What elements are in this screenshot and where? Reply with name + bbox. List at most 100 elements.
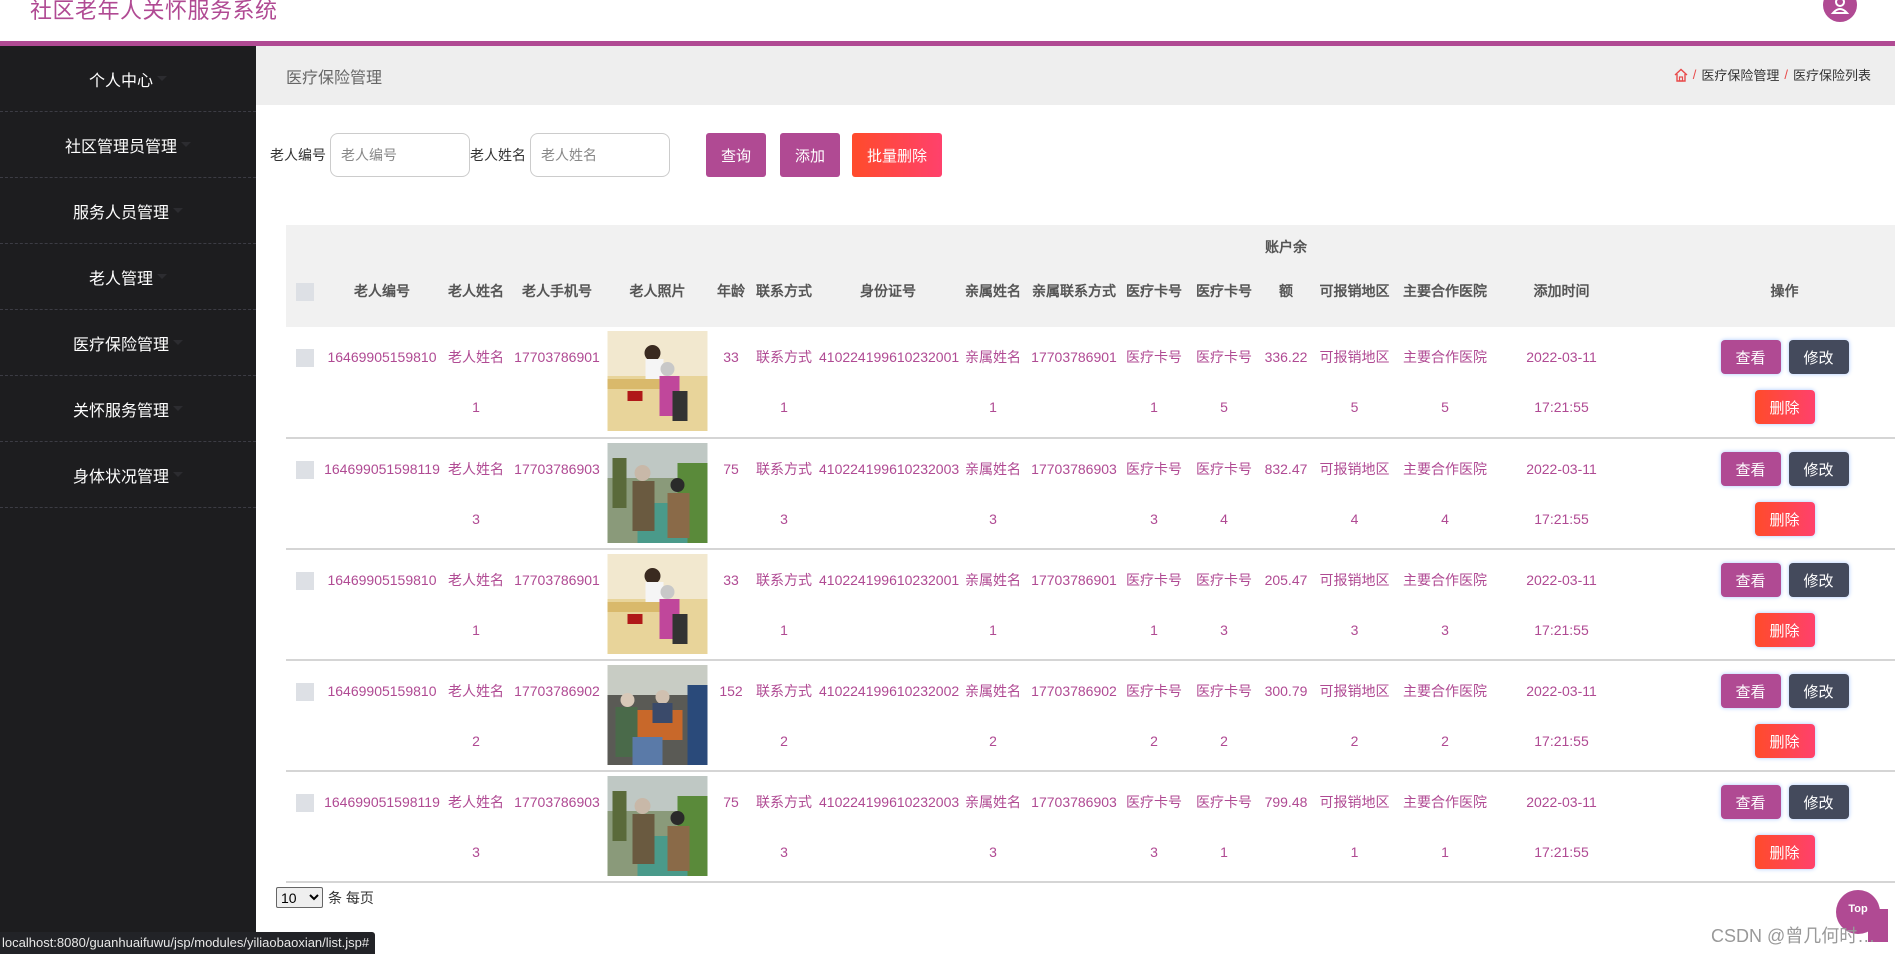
column-header[interactable]: 添加时间 — [1494, 225, 1629, 327]
name-b-text: 2 — [472, 733, 480, 749]
edit-button[interactable]: 修改 — [1788, 452, 1849, 486]
delete-button[interactable]: 删除 — [1754, 613, 1815, 647]
delete-button[interactable]: 删除 — [1754, 724, 1815, 758]
elder-name-cell: 老人姓名 3 — [440, 438, 512, 550]
name-a-text: 老人姓名 — [448, 349, 504, 365]
actions-cell: 查看 修改 删除 — [1629, 549, 1895, 661]
home-icon[interactable] — [1674, 68, 1688, 82]
row-checkbox[interactable] — [296, 794, 314, 813]
rel-b-text: 1 — [989, 399, 997, 415]
actions-cell: 查看 修改 删除 — [1629, 438, 1895, 550]
sidebar-item-care-service[interactable]: 关怀服务管理 — [0, 376, 256, 442]
column-header[interactable]: 身份证号 — [819, 225, 957, 327]
reimburse-area-cell: 可报销地区 3 — [1313, 549, 1396, 661]
contact-b-text: 2 — [780, 733, 788, 749]
area-a-text: 可报销地区 — [1319, 683, 1390, 699]
view-button[interactable]: 查看 — [1720, 452, 1781, 486]
column-header[interactable]: 医疗卡号 — [1189, 225, 1259, 327]
user-avatar[interactable] — [1823, 0, 1857, 22]
column-header[interactable]: 主要合作医院 — [1396, 225, 1494, 327]
column-header[interactable]: 老人照片 — [602, 225, 713, 327]
elder-photo[interactable] — [607, 554, 708, 654]
add-button[interactable]: 添加 — [780, 133, 840, 177]
sidebar-item-medical-insurance[interactable]: 医疗保险管理 — [0, 310, 256, 376]
edit-button[interactable]: 修改 — [1788, 674, 1849, 708]
relative-name-cell: 亲属姓名 2 — [957, 660, 1029, 772]
rel-a-text: 亲属姓名 — [965, 461, 1021, 477]
sidebar-item-community-admin[interactable]: 社区管理员管理 — [0, 112, 256, 178]
card2-a-text: 医疗卡号 — [1196, 572, 1252, 588]
column-header[interactable]: 亲属姓名 — [957, 225, 1029, 327]
column-header[interactable]: 亲属联系方式 — [1029, 225, 1119, 327]
page-size-select[interactable]: 10 — [276, 887, 323, 908]
row-checkbox[interactable] — [296, 461, 314, 480]
column-header[interactable]: 联系方式 — [749, 225, 819, 327]
area-b-text: 2 — [1350, 733, 1359, 749]
elder-id-cell: 16469905159810 — [324, 660, 440, 772]
rel-a-text: 亲属姓名 — [965, 349, 1021, 365]
row-checkbox[interactable] — [296, 572, 314, 591]
name-b-text: 1 — [472, 622, 480, 638]
elder-name-input[interactable] — [530, 133, 670, 177]
card2-b-text: 1 — [1220, 844, 1228, 860]
caret-down-icon — [173, 208, 183, 213]
page-title: 医疗保险管理 — [286, 70, 383, 87]
contact-b-text: 3 — [780, 844, 788, 860]
elder-id-input[interactable] — [330, 133, 470, 177]
elder-photo[interactable] — [607, 331, 708, 431]
age-cell: 75 — [713, 771, 749, 883]
elder-id-cell: 164699051598119 — [324, 771, 440, 883]
age-cell: 33 — [713, 327, 749, 439]
medical-card-cell-2: 医疗卡号 3 — [1189, 549, 1259, 661]
sidebar-item-personal-center[interactable]: 个人中心 — [0, 46, 256, 112]
caret-down-icon — [157, 274, 167, 279]
view-button[interactable]: 查看 — [1720, 674, 1781, 708]
row-checkbox[interactable] — [296, 683, 314, 702]
actions-cell: 查看 修改 删除 — [1629, 771, 1895, 883]
sidebar-item-elderly[interactable]: 老人管理 — [0, 244, 256, 310]
hosp-b-text: 1 — [1441, 844, 1449, 860]
column-header-balance[interactable]: 账户余额 — [1259, 225, 1313, 327]
edit-button[interactable]: 修改 — [1788, 785, 1849, 819]
delete-button[interactable]: 删除 — [1754, 835, 1815, 869]
rel-b-text: 1 — [989, 622, 997, 638]
app-title: 社区老年人关怀服务系统 — [30, 0, 278, 23]
medical-card-cell-2: 医疗卡号 2 — [1189, 660, 1259, 772]
view-button[interactable]: 查看 — [1720, 785, 1781, 819]
sidebar: 个人中心 社区管理员管理 服务人员管理 老人管理 医疗保险管理 关怀服务管理 身… — [0, 46, 256, 954]
added-time-cell: 2022-03-11 17:21:55 — [1494, 771, 1629, 883]
query-button[interactable]: 查询 — [706, 133, 766, 177]
card2-b-text: 4 — [1220, 511, 1228, 527]
hosp-a-text: 主要合作医院 — [1403, 349, 1487, 365]
batch-delete-button[interactable]: 批量删除 — [852, 133, 942, 177]
column-header[interactable]: 老人姓名 — [440, 225, 512, 327]
elder-photo[interactable] — [607, 443, 708, 543]
contact-b-text: 1 — [780, 622, 788, 638]
breadcrumb-item[interactable]: 医疗保险管理 — [1701, 65, 1779, 84]
top-header: 社区老年人关怀服务系统 — [0, 0, 1895, 41]
delete-button[interactable]: 删除 — [1754, 390, 1815, 424]
delete-button[interactable]: 删除 — [1754, 502, 1815, 536]
row-checkbox[interactable] — [296, 349, 314, 368]
sidebar-item-health-status[interactable]: 身体状况管理 — [0, 442, 256, 508]
column-header[interactable]: 医疗卡号 — [1119, 225, 1189, 327]
column-header[interactable]: 年龄 — [713, 225, 749, 327]
edit-button[interactable]: 修改 — [1788, 340, 1849, 374]
hosp-b-text: 5 — [1441, 399, 1449, 415]
column-header[interactable]: 可报销地区 — [1313, 225, 1396, 327]
name-b-text: 1 — [472, 399, 480, 415]
relative-name-cell: 亲属姓名 3 — [957, 438, 1029, 550]
column-header[interactable]: 老人编号 — [324, 225, 440, 327]
select-all-checkbox[interactable] — [296, 283, 314, 302]
sidebar-item-label: 老人管理 — [88, 270, 153, 288]
hospital-cell: 主要合作医院 5 — [1396, 327, 1494, 439]
view-button[interactable]: 查看 — [1720, 340, 1781, 374]
column-header[interactable]: 老人手机号 — [512, 225, 602, 327]
id-card-cell: 410224199610232003 — [819, 438, 959, 550]
elder-photo[interactable] — [607, 665, 708, 765]
view-button[interactable]: 查看 — [1720, 563, 1781, 597]
edit-button[interactable]: 修改 — [1788, 563, 1849, 597]
elder-photo[interactable] — [607, 776, 708, 876]
sidebar-item-service-staff[interactable]: 服务人员管理 — [0, 178, 256, 244]
balance-cell: 799.48 — [1259, 771, 1313, 883]
